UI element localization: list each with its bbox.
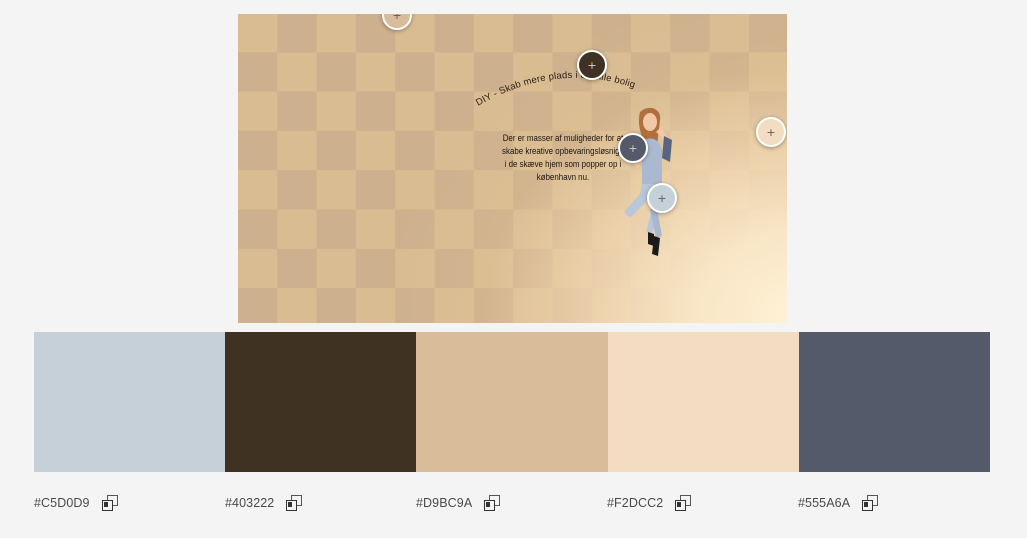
plus-icon: + [657, 191, 667, 205]
copy-icon[interactable] [101, 495, 118, 511]
plus-icon: + [628, 141, 638, 155]
svg-text:DIY - Skab mere plads i din li: DIY - Skab mere plads i din lille bolig [474, 70, 637, 109]
swatch-2[interactable] [225, 332, 417, 472]
swatch-3[interactable] [416, 332, 608, 472]
color-picker-pin-3[interactable]: + [756, 117, 786, 147]
hex-item-4: #F2DCC2 [607, 493, 692, 513]
hex-code: #F2DCC2 [607, 496, 664, 510]
hex-code: #555A6A [798, 496, 851, 510]
plus-icon: + [587, 58, 597, 72]
source-image: DIY - Skab mere plads i din lille bolig … [238, 14, 787, 323]
hex-item-2: #403222 [225, 493, 303, 513]
plus-icon: + [766, 125, 776, 139]
hex-item-3: #D9BC9A [416, 493, 501, 513]
color-picker-pin-4[interactable]: + [618, 133, 648, 163]
copy-icon[interactable] [484, 495, 501, 511]
palette-swatches [34, 332, 991, 472]
hex-code: #403222 [225, 496, 275, 510]
headline-text: DIY - Skab mere plads i din lille bolig [474, 70, 636, 109]
color-picker-pin-5[interactable]: + [647, 183, 677, 213]
copy-icon[interactable] [862, 495, 879, 511]
hex-code: #C5D0D9 [34, 496, 90, 510]
color-picker-pin-2[interactable]: + [577, 50, 607, 80]
hex-item-5: #555A6A [798, 493, 879, 513]
swatch-5[interactable] [798, 332, 991, 472]
swatch-1[interactable] [34, 332, 226, 472]
swatch-4[interactable] [607, 332, 799, 472]
hex-code: #D9BC9A [416, 496, 473, 510]
palette-hex-codes: #C5D0D9 #403222 #D9BC9A #F2DCC2 #555A6A [34, 493, 990, 513]
copy-icon[interactable] [675, 495, 692, 511]
copy-icon[interactable] [286, 495, 303, 511]
plus-icon: + [392, 14, 402, 22]
hex-item-1: #C5D0D9 [34, 493, 118, 513]
